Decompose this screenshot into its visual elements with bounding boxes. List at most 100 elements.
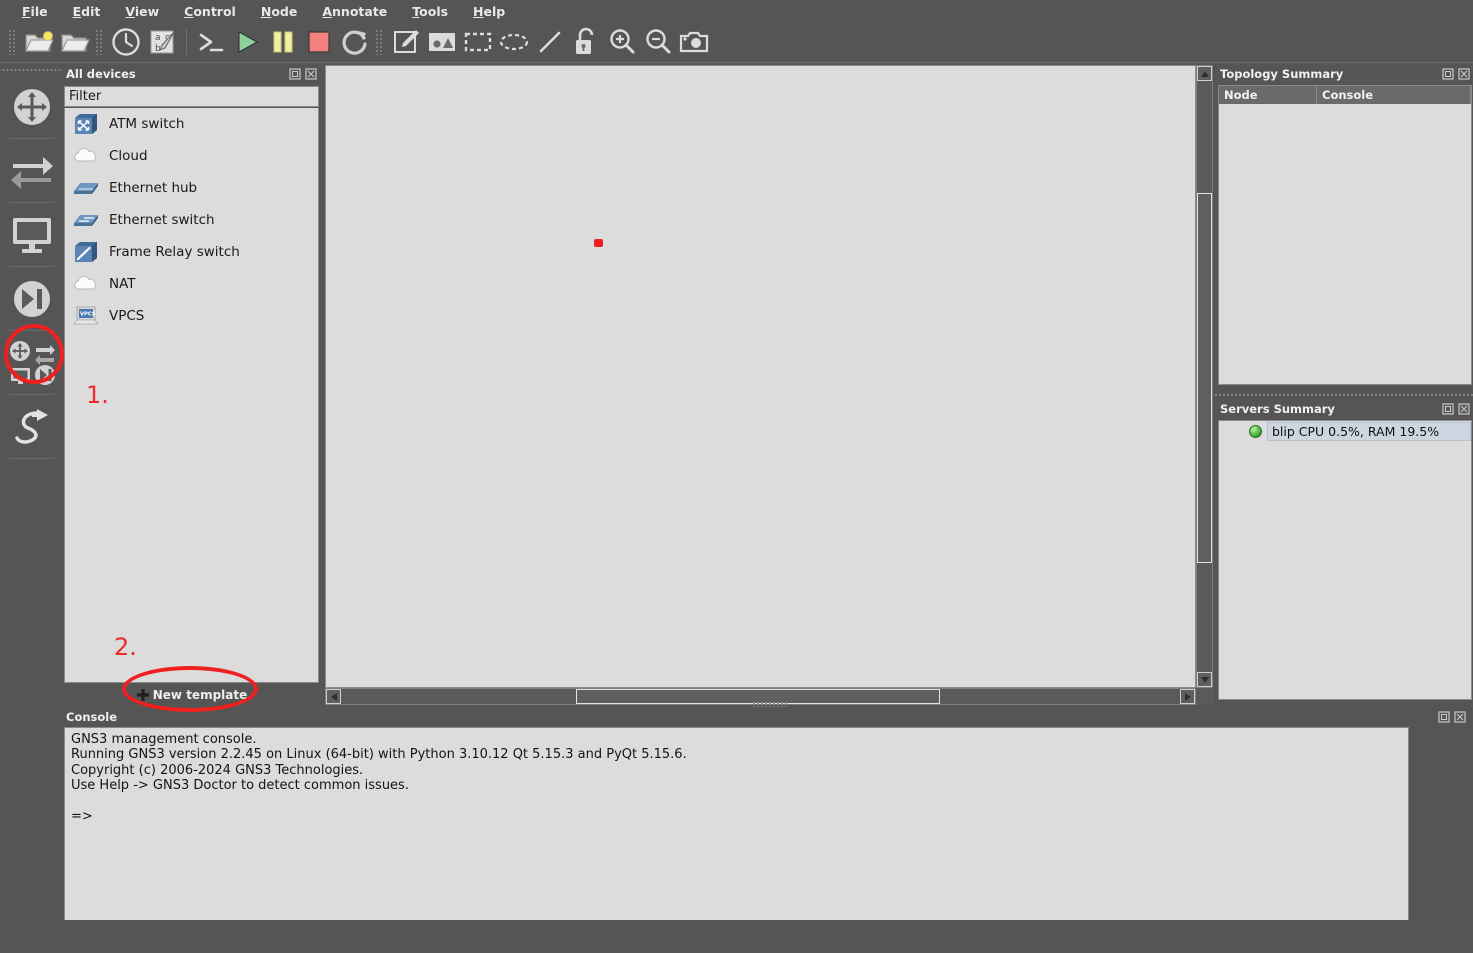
float-icon[interactable] [1437,710,1451,724]
toolbar-drag-handle-2[interactable] [95,29,104,55]
draw-ellipse-icon[interactable] [496,24,532,60]
menu-file[interactable]: File [10,2,61,21]
menu-node[interactable]: Node [249,2,310,21]
float-icon[interactable] [1441,402,1455,416]
console-line: Running GNS3 version 2.2.45 on Linux (64… [71,747,687,763]
new-template-button[interactable]: New template [64,685,319,705]
nat-icon [69,269,103,299]
console-output[interactable]: GNS3 management console. Running GNS3 ve… [64,727,1409,927]
list-item-label: VPCS [109,308,145,324]
console-dock: Console GNS3 management console. Running… [63,708,1473,927]
list-item[interactable]: Ethernet hub [65,172,318,204]
list-item[interactable]: NAT [65,268,318,300]
server-status-led [1249,424,1262,438]
ethernet-switch-icon [69,205,103,235]
atm-switch-icon [69,109,103,139]
add-note-icon[interactable] [388,24,424,60]
menu-view[interactable]: View [113,2,172,21]
console-dock-title: Console [66,710,118,724]
annotation-label-1: 1. [86,381,109,409]
stop-all-icon[interactable] [301,24,337,60]
canvas-vertical-scrollbar[interactable] [1196,65,1213,688]
menu-annotate[interactable]: Annotate [310,2,400,21]
recent-projects-icon[interactable] [108,24,144,60]
toolbar-separator-1 [186,29,187,55]
scroll-up-arrow[interactable] [1197,66,1212,81]
zoom-out-icon[interactable] [640,24,676,60]
menu-tools[interactable]: Tools [400,2,461,21]
status-bar [0,920,1473,953]
devices-dock-title: All devices [66,67,136,81]
device-toolbar-drag-handle[interactable] [0,65,63,75]
screenshot-icon[interactable] [676,24,712,60]
browse-security-devices-icon[interactable] [0,267,63,330]
menu-edit[interactable]: Edit [61,2,114,21]
topology-canvas[interactable] [325,65,1196,688]
vertical-scroll-thumb[interactable] [1197,193,1212,563]
servers-summary-dock: Servers Summary blip CPU 0.5%, RAM 19.5% [1215,400,1473,705]
frame-relay-switch-icon [69,237,103,267]
list-item-label: Ethernet switch [109,212,215,228]
topology-summary-table[interactable]: Node Console [1218,85,1472,385]
scroll-left-arrow[interactable] [326,689,341,704]
toolbar-drag-handle[interactable] [8,29,17,55]
float-icon[interactable] [288,67,302,81]
servers-dock-titlebar: Servers Summary [1215,400,1473,418]
open-project-icon[interactable] [57,24,93,60]
draw-rectangle-icon[interactable] [460,24,496,60]
lock-items-icon[interactable] [568,24,604,60]
servers-summary-table[interactable]: blip CPU 0.5%, RAM 19.5% [1218,420,1472,700]
reload-all-icon[interactable] [337,24,373,60]
browse-routers-icon[interactable] [0,75,63,138]
topology-summary-dock: Topology Summary Node Console [1215,65,1473,390]
add-link-icon[interactable] [0,395,63,458]
toolbar-drag-handle-3[interactable] [375,29,384,55]
console-all-icon[interactable] [193,24,229,60]
close-icon[interactable] [1457,402,1471,416]
close-icon[interactable] [1457,67,1471,81]
list-item-label: Frame Relay switch [109,244,240,260]
list-item[interactable]: Ethernet switch [65,204,318,236]
list-item[interactable]: VPCS VPCS [65,300,318,332]
zoom-in-icon[interactable] [604,24,640,60]
menu-help[interactable]: Help [461,2,518,21]
start-all-icon[interactable] [229,24,265,60]
list-item[interactable]: Cloud [65,140,318,172]
annotation-label-2: 2. [114,633,137,661]
scroll-right-arrow[interactable] [1180,689,1195,704]
column-header-console[interactable]: Console [1317,86,1471,104]
table-header: Node Console [1219,86,1471,104]
suspend-all-icon[interactable] [265,24,301,60]
main-toolbar: a c b [0,22,1473,63]
canvas-resize-grip[interactable] [752,701,788,707]
cloud-icon [69,141,103,171]
ethernet-hub-icon [69,173,103,203]
vpcs-icon: VPCS [69,301,103,331]
scroll-down-arrow[interactable] [1197,672,1212,687]
topology-canvas-area [325,65,1213,705]
list-item[interactable]: ATM switch [65,108,318,140]
new-project-icon[interactable] [21,24,57,60]
draw-line-icon[interactable] [532,24,568,60]
svg-text:VPCS: VPCS [80,312,96,318]
close-icon[interactable] [304,67,318,81]
close-icon[interactable] [1453,710,1467,724]
browse-switches-icon[interactable] [0,139,63,202]
insert-image-icon[interactable] [424,24,460,60]
device-filter-input[interactable]: Filter [64,86,319,107]
servers-dock-title: Servers Summary [1220,402,1335,416]
browse-end-devices-icon[interactable] [0,203,63,266]
menu-control[interactable]: Control [172,2,249,21]
browse-all-devices-icon[interactable] [0,331,63,394]
edit-project-icon[interactable]: a c b [144,24,180,60]
scrollbar-corner [1196,688,1213,705]
console-prompt: => [71,809,93,825]
list-item-label: ATM switch [109,116,185,132]
list-item[interactable]: blip CPU 0.5%, RAM 19.5% [1219,421,1471,441]
column-header-node[interactable]: Node [1219,86,1317,104]
list-item[interactable]: Frame Relay switch [65,236,318,268]
float-icon[interactable] [1441,67,1455,81]
list-item-label: NAT [109,276,136,292]
dock-splitter[interactable] [1215,391,1473,399]
